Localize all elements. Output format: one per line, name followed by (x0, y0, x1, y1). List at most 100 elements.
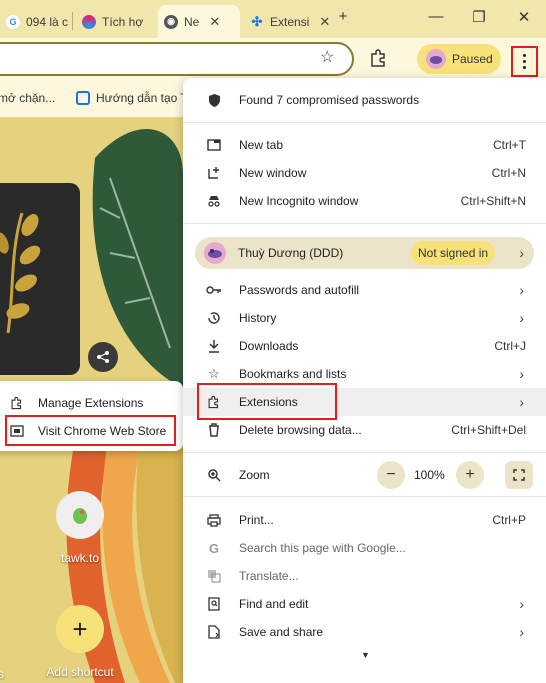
bookmark-label: mở chặn... (0, 91, 56, 105)
fullscreen-button[interactable] (505, 461, 533, 489)
close-window-icon[interactable]: ✕ (513, 8, 535, 26)
divider (183, 122, 546, 123)
history-item[interactable]: History › (183, 304, 546, 332)
dot-icon (523, 66, 526, 69)
menu-item-label: Translate... (239, 569, 299, 583)
find-icon (206, 596, 222, 612)
tab-title: 094 là c (26, 14, 69, 29)
menu-item-label: Save and share (239, 625, 324, 639)
menu-item-label: Delete browsing data... (239, 423, 362, 437)
menu-item-label: History (239, 311, 277, 325)
passwords-autofill-item[interactable]: Passwords and autofill › (183, 276, 546, 304)
incognito-icon (206, 193, 222, 209)
bookmark-item[interactable]: mở chặn... (0, 91, 55, 105)
avatar (426, 49, 446, 69)
divider (183, 496, 546, 497)
minimize-icon[interactable]: — (425, 8, 447, 25)
shield-icon (206, 92, 222, 108)
shortcut-label: s (0, 667, 4, 681)
delete-browsing-data-item[interactable]: Delete browsing data... Ctrl+Shift+Del (183, 416, 546, 444)
tab-title: Ne (184, 14, 200, 29)
shortcut-label: Add shortcut (46, 665, 114, 679)
tab-tich-hop[interactable]: Tích hợ (76, 5, 156, 38)
downloads-item[interactable]: Downloads Ctrl+J (183, 332, 546, 360)
dot-icon (523, 60, 526, 63)
bookmark-item[interactable]: Hướng dẫn tạo T (76, 91, 188, 105)
tab-extensions[interactable]: ✣ Extensi ✕ (244, 5, 331, 38)
add-shortcut-button[interactable]: + Add shortcut (35, 605, 125, 679)
chrome-icon: ◉ (164, 14, 178, 29)
shortcut-text: Ctrl+T (493, 138, 526, 152)
translate-icon (206, 568, 222, 584)
manage-extensions-item[interactable]: Manage Extensions (10, 392, 143, 414)
new-incognito-item[interactable]: New Incognito window Ctrl+Shift+N (183, 187, 546, 215)
tab-title: Extensi (270, 14, 310, 29)
address-bar[interactable] (0, 42, 354, 76)
profile-paused-button[interactable]: Paused (417, 44, 501, 74)
close-icon[interactable]: ✕ (319, 14, 330, 30)
zoom-icon (206, 467, 222, 483)
google-icon: G (6, 14, 20, 29)
puzzle-icon (11, 396, 22, 410)
shortcut-text: Ctrl+Shift+Del (451, 423, 526, 437)
new-tab-item[interactable]: New tab Ctrl+T (183, 131, 546, 159)
tawk-icon (56, 491, 104, 539)
zoom-out-button[interactable]: − (377, 461, 405, 489)
translate-item[interactable]: Translate... (183, 562, 546, 590)
share-icon[interactable] (88, 342, 118, 372)
canva-icon (82, 14, 96, 29)
trash-icon (206, 422, 222, 438)
highlight-box (197, 383, 337, 420)
fullscreen-icon (513, 469, 525, 481)
profile-name: Thuỳ Dương (DDD) (238, 246, 344, 260)
bookmark-label: Hướng dẫn tạo T (96, 91, 188, 105)
star-icon: ☆ (208, 366, 220, 381)
shortcut-text: Ctrl+J (494, 339, 526, 353)
puzzle-icon: ✣ (251, 13, 263, 29)
gold-leaf-image (0, 212, 41, 334)
background-card (0, 183, 80, 375)
menu-item-label: Zoom (239, 468, 270, 482)
bookmark-favicon-icon (76, 91, 90, 105)
dot-icon (523, 54, 526, 57)
not-signed-in-badge: Not signed in (411, 241, 496, 265)
chevron-right-icon: › (519, 394, 524, 410)
key-icon (206, 282, 222, 298)
star-icon[interactable]: ☆ (320, 47, 334, 67)
save-share-item[interactable]: Save and share › (183, 618, 546, 646)
menu-item-label: New Incognito window (239, 194, 359, 208)
zoom-in-button[interactable]: + (456, 461, 484, 489)
menu-item-label: Downloads (239, 339, 299, 353)
shortcut-label: tawk.to (60, 551, 99, 565)
tab-094[interactable]: G 094 là c (0, 5, 72, 38)
avatar (204, 242, 226, 264)
divider (183, 452, 546, 453)
shortcut-tawk[interactable]: tawk.to (35, 491, 125, 565)
shortcut-text: Ctrl+N (491, 166, 526, 180)
extensions-icon[interactable] (369, 48, 389, 68)
menu-item-label: New tab (239, 138, 284, 152)
compromised-passwords-item[interactable]: Found 7 compromised passwords (183, 86, 546, 114)
restore-icon[interactable]: ❐ (468, 8, 490, 26)
divider (183, 223, 546, 224)
google-icon: G (208, 540, 220, 556)
chrome-menu-button[interactable] (511, 46, 538, 77)
tab-new-tab[interactable]: ◉ Ne ✕ (158, 5, 240, 38)
shortcut-text: Ctrl+P (492, 513, 526, 527)
shortcut-text: Ctrl+Shift+N (460, 194, 526, 208)
profile-item[interactable]: Thuỳ Dương (DDD) Not signed in › (195, 237, 534, 269)
menu-item-label: Bookmarks and lists (239, 367, 347, 381)
print-item[interactable]: Print... Ctrl+P (183, 506, 546, 534)
find-edit-item[interactable]: Find and edit › (183, 590, 546, 618)
zoom-row: Zoom (183, 461, 546, 489)
new-window-item[interactable]: New window Ctrl+N (183, 159, 546, 187)
close-icon[interactable]: ✕ (209, 14, 220, 30)
new-tab-icon (206, 137, 222, 153)
search-page-google-item[interactable]: G Search this page with Google... (183, 534, 546, 562)
scroll-more-icon[interactable]: ▼ (361, 650, 370, 660)
tab-strip: G 094 là c Tích hợ ◉ Ne ✕ ✣ Extensi ✕ + … (0, 0, 546, 38)
chevron-right-icon: › (519, 624, 524, 640)
history-icon (206, 310, 222, 326)
new-tab-icon[interactable]: + (332, 8, 354, 25)
zoom-level: 100% (414, 468, 445, 482)
